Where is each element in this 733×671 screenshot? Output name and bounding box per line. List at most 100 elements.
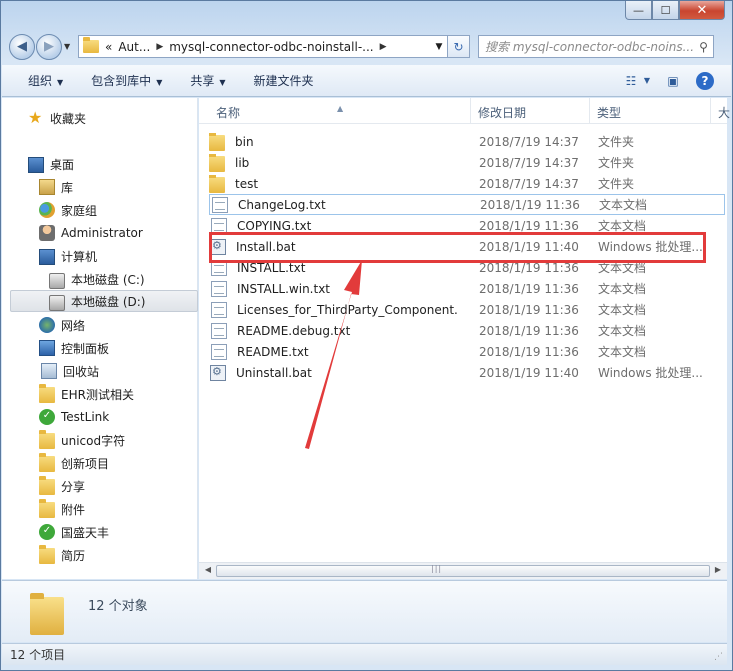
file-date: 2018/1/19 11:36 xyxy=(479,218,579,233)
sidebar-item-favorites[interactable]: ★ 收藏夹 xyxy=(28,107,86,129)
chevron-right-icon[interactable]: ▶ xyxy=(156,42,163,52)
file-row[interactable]: README.debug.txt 2018/1/19 11:36 文本文档 xyxy=(209,320,725,341)
sidebar-item-label: 本地磁盘 (D:) xyxy=(71,294,146,309)
sidebar-item-label: 附件 xyxy=(61,502,86,517)
resize-grip-icon[interactable]: ⋰ xyxy=(714,652,723,662)
refresh-button[interactable]: ↻ xyxy=(448,35,470,58)
sidebar-item-drive-d[interactable]: 本地磁盘 (D:) xyxy=(10,290,198,312)
file-type: 文件夹 xyxy=(598,135,635,149)
view-options-icon[interactable]: ☷ xyxy=(621,72,641,90)
file-row[interactable]: ChangeLog.txt 2018/1/19 11:36 文本文档 xyxy=(209,194,725,215)
share-menu[interactable]: 共享 ▼ xyxy=(190,72,225,89)
sidebar-item-computer[interactable]: 计算机 xyxy=(39,245,97,267)
new-folder-button[interactable]: 新建文件夹 xyxy=(254,72,314,89)
scrollbar-thumb[interactable] xyxy=(216,564,710,577)
recent-pages-dropdown[interactable]: ▼ xyxy=(64,42,74,51)
sidebar-item-folder[interactable]: unicod字符 xyxy=(39,429,125,451)
sidebar-item-label: 桌面 xyxy=(50,157,75,172)
breadcrumb-overflow[interactable]: « xyxy=(105,40,112,54)
include-in-library-menu[interactable]: 包含到库中 ▼ xyxy=(91,72,162,89)
sidebar-item-control-panel[interactable]: 控制面板 xyxy=(39,337,109,359)
file-date: 2018/7/19 14:37 xyxy=(479,176,579,191)
file-row[interactable]: INSTALL.txt 2018/1/19 11:36 文本文档 xyxy=(209,257,725,278)
file-name: INSTALL.txt xyxy=(209,259,459,276)
batch-file-icon xyxy=(210,238,226,255)
file-row[interactable]: INSTALL.win.txt 2018/1/19 11:36 文本文档 xyxy=(209,278,725,299)
sidebar-item-recycle-bin[interactable]: 回收站 xyxy=(39,360,99,382)
column-name[interactable]: 名称 xyxy=(216,104,240,121)
sidebar-item-folder[interactable]: 附件 xyxy=(39,498,85,520)
column-divider[interactable] xyxy=(710,98,711,124)
organize-menu[interactable]: 组织 ▼ xyxy=(28,72,63,89)
sidebar-item-label: TestLink xyxy=(61,410,110,424)
share-label: 共享 xyxy=(190,74,215,88)
sidebar-item-homegroup[interactable]: 家庭组 xyxy=(39,199,97,221)
sidebar-item-desktop[interactable]: 桌面 xyxy=(28,153,74,175)
file-type: 文本文档 xyxy=(598,324,647,338)
organize-label: 组织 xyxy=(28,74,53,88)
column-divider[interactable] xyxy=(589,98,590,124)
column-size[interactable]: 大 xyxy=(718,104,730,121)
sidebar-item-administrator[interactable]: Administrator xyxy=(39,222,143,244)
chevron-right-icon[interactable]: ▶ xyxy=(380,42,387,52)
details-pane: 12 个对象 xyxy=(2,580,727,642)
file-date: 2018/7/19 14:37 xyxy=(479,134,579,149)
text-file-icon xyxy=(211,280,227,297)
drive-icon xyxy=(49,273,65,289)
file-name-label: README.debug.txt xyxy=(237,323,351,338)
column-type[interactable]: 类型 xyxy=(597,104,621,121)
file-row[interactable]: bin 2018/7/19 14:37 文件夹 xyxy=(209,131,725,152)
folder-icon xyxy=(39,384,55,403)
file-row[interactable]: test 2018/7/19 14:37 文件夹 xyxy=(209,173,725,194)
chevron-down-icon: ▼ xyxy=(57,78,64,87)
scroll-left-icon[interactable]: ◀ xyxy=(201,565,215,577)
address-dropdown-icon[interactable]: ▼ xyxy=(431,42,447,52)
folder-icon xyxy=(39,499,55,518)
file-row[interactable]: COPYING.txt 2018/1/19 11:36 文本文档 xyxy=(209,215,725,236)
file-row[interactable]: README.txt 2018/1/19 11:36 文本文档 xyxy=(209,341,725,362)
file-type: 文本文档 xyxy=(598,219,647,233)
file-row[interactable]: Licenses_for_ThirdParty_Component... 2018… xyxy=(209,299,725,320)
minimize-button[interactable]: — xyxy=(625,1,652,20)
column-date[interactable]: 修改日期 xyxy=(478,104,526,121)
preview-pane-icon[interactable]: ▣ xyxy=(663,72,683,90)
file-date: 2018/1/19 11:36 xyxy=(479,323,579,338)
sidebar-item-drive-c[interactable]: 本地磁盘 (C:) xyxy=(49,268,145,290)
scroll-right-icon[interactable]: ▶ xyxy=(711,565,725,577)
close-button[interactable]: ✕ xyxy=(679,1,725,20)
sidebar-item-label: EHR测试相关 xyxy=(61,387,134,402)
sidebar-item-network[interactable]: 网络 xyxy=(39,314,85,336)
sidebar-item-library[interactable]: 库 xyxy=(39,176,73,198)
file-date: 2018/1/19 11:36 xyxy=(479,260,579,275)
maximize-button[interactable]: ☐ xyxy=(652,1,679,20)
status-bar: 12 个项目 ⋰ xyxy=(2,643,727,665)
chevron-down-icon: ▼ xyxy=(156,78,163,87)
sidebar-item-folder[interactable]: 简历 xyxy=(39,544,85,566)
file-type: 文本文档 xyxy=(598,345,647,359)
file-row[interactable]: Uninstall.bat 2018/1/19 11:40 Windows 批处理.… xyxy=(209,362,725,383)
folder-icon xyxy=(39,545,55,564)
sidebar-item-folder[interactable]: EHR测试相关 xyxy=(39,383,134,405)
file-type: 文件夹 xyxy=(598,156,635,170)
address-bar[interactable]: « Aut... ▶ mysql-connector-odbc-noinstal… xyxy=(78,35,448,58)
file-row[interactable]: Install.bat 2018/1/19 11:40 Windows 批处理... xyxy=(209,236,725,257)
horizontal-scrollbar[interactable]: ◀ ▶ xyxy=(199,562,727,579)
search-input[interactable]: 搜索 mysql-connector-odbc-noins... ⚲ xyxy=(478,35,714,58)
sidebar-item-testlink[interactable]: ✓ TestLink xyxy=(39,406,109,428)
drive-icon xyxy=(49,295,65,311)
sidebar-item-folder[interactable]: 分享 xyxy=(39,475,85,497)
column-divider[interactable] xyxy=(470,98,471,124)
help-icon[interactable]: ? xyxy=(695,71,715,90)
folder-icon xyxy=(209,132,225,151)
sidebar-item-folder[interactable]: ✓ 国盛天丰 xyxy=(39,521,109,543)
view-dropdown-icon[interactable]: ▼ xyxy=(643,72,651,90)
breadcrumb-item[interactable]: Aut... xyxy=(118,40,150,54)
back-button[interactable]: ◀ xyxy=(9,33,35,60)
folder-icon xyxy=(209,174,225,193)
file-name: lib xyxy=(209,153,459,172)
forward-button[interactable]: ▶ xyxy=(36,33,62,60)
search-icon[interactable]: ⚲ xyxy=(694,40,713,54)
sidebar-item-folder[interactable]: 创新项目 xyxy=(39,452,109,474)
file-row[interactable]: lib 2018/7/19 14:37 文件夹 xyxy=(209,152,725,173)
breadcrumb-item[interactable]: mysql-connector-odbc-noinstall-... xyxy=(169,40,373,54)
